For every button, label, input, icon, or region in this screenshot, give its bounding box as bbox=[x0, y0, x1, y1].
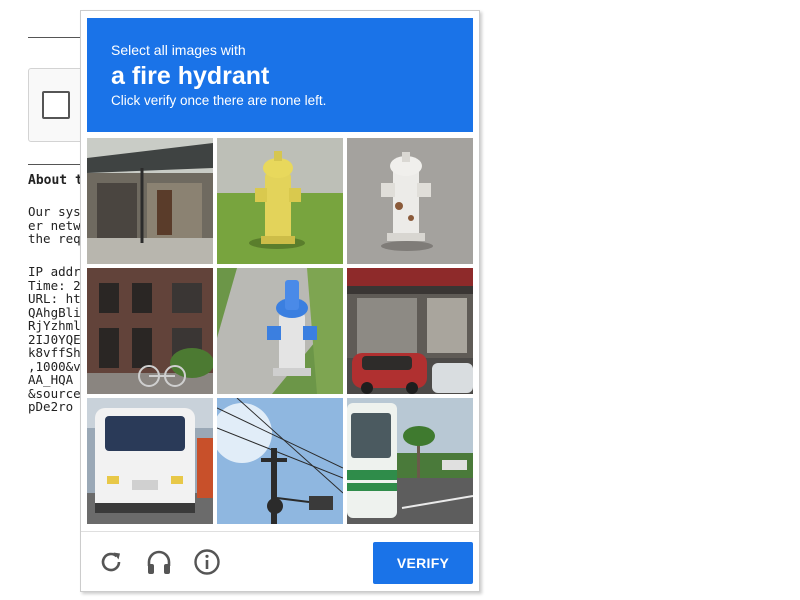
image-tile-3[interactable] bbox=[347, 138, 473, 264]
blue-hydrant-image bbox=[217, 268, 343, 394]
image-tile-4[interactable] bbox=[87, 268, 213, 394]
image-tile-6[interactable] bbox=[347, 268, 473, 394]
image-tile-7[interactable] bbox=[87, 398, 213, 524]
instruction-line1: Select all images with bbox=[111, 42, 246, 58]
image-grid bbox=[87, 138, 473, 524]
background-mid-rule bbox=[28, 164, 88, 165]
image-tile-8[interactable] bbox=[217, 398, 343, 524]
background-top-rule bbox=[28, 37, 88, 38]
image-tile-1[interactable] bbox=[87, 138, 213, 264]
yellow-hydrant-image bbox=[217, 138, 343, 264]
building-image bbox=[87, 138, 213, 264]
info-icon[interactable] bbox=[193, 548, 221, 576]
verify-button[interactable]: VERIFY bbox=[373, 542, 473, 584]
instruction-line3: Click verify once there are none left. bbox=[111, 93, 327, 108]
brick-house-image bbox=[87, 268, 213, 394]
bus-rear-image bbox=[87, 398, 213, 524]
storefront-image bbox=[347, 268, 473, 394]
reload-icon[interactable] bbox=[97, 548, 125, 576]
background-checkbox[interactable] bbox=[42, 91, 70, 119]
target-object: a fire hydrant bbox=[111, 62, 270, 90]
image-tile-9[interactable] bbox=[347, 398, 473, 524]
challenge-footer: VERIFY bbox=[81, 531, 479, 591]
image-tile-2[interactable] bbox=[217, 138, 343, 264]
headphones-icon[interactable] bbox=[145, 548, 173, 576]
utility-pole-image bbox=[217, 398, 343, 524]
instruction-banner: Select all images with a fire hydrant Cl… bbox=[87, 18, 473, 132]
white-hydrant-image bbox=[347, 138, 473, 264]
green-bus-image bbox=[347, 398, 473, 524]
image-tile-5[interactable] bbox=[217, 268, 343, 394]
captcha-challenge: Select all images with a fire hydrant Cl… bbox=[80, 10, 480, 592]
